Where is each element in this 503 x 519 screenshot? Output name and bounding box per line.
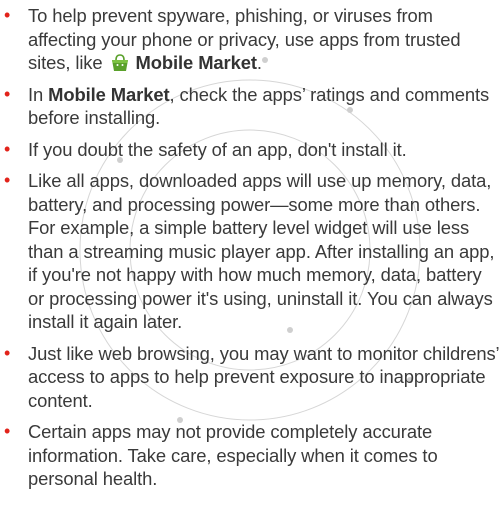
mobile-market-link-text: Mobile Market <box>135 52 257 73</box>
item-text: Just like web browsing, you may want to … <box>28 342 499 411</box>
bullet-marker: • <box>4 421 11 441</box>
bullet-list: • To help prevent spyware, phishing, or … <box>0 0 503 491</box>
list-item: • If you doubt the safety of an app, don… <box>0 138 503 162</box>
bullet-marker: • <box>4 342 11 363</box>
bullet-marker: • <box>4 138 11 159</box>
bullet-marker: • <box>4 170 11 190</box>
item-text: Certain apps may not provide completely … <box>28 421 438 489</box>
list-item: • Like all apps, downloaded apps will us… <box>0 169 503 334</box>
list-item: • In Mobile Market, check the apps’ rati… <box>0 83 503 130</box>
list-item: • Just like web browsing, you may want t… <box>0 342 503 413</box>
list-item: • Certain apps may not provide completel… <box>0 420 503 491</box>
bullet-marker: • <box>4 83 11 104</box>
mobile-market-name: Mobile Market <box>48 83 170 105</box>
market-bag-icon <box>110 54 130 72</box>
bullet-marker: • <box>4 5 11 25</box>
item-text: If you doubt the safety of an app, don't… <box>28 138 407 160</box>
list-item: • To help prevent spyware, phishing, or … <box>0 4 503 75</box>
item-text-end: . <box>256 52 262 73</box>
item-text: Like all apps, downloaded apps will use … <box>28 170 495 332</box>
item-text: In <box>28 83 49 105</box>
